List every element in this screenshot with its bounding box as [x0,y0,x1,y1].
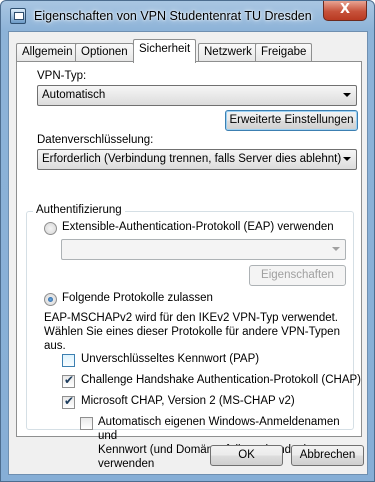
chevron-down-icon [343,157,351,161]
checkmark-icon: ✔ [64,373,75,387]
auto-windows-login-checkbox[interactable] [80,417,93,430]
vpn-type-dropdown[interactable]: Automatisch [37,85,357,106]
eap-radio-label[interactable]: Extensible-Authentication-Protokoll (EAP… [62,221,334,233]
pap-checkbox[interactable] [62,354,75,367]
dialog-window: Eigenschaften von VPN Studentenrat TU Dr… [0,0,375,482]
protocols-radio-label[interactable]: Folgende Protokolle zulassen [62,292,213,304]
vpn-type-value: Automatisch [42,89,106,101]
eap-radio[interactable] [44,222,57,235]
vpn-type-label: VPN-Typ: [37,70,87,82]
chevron-down-icon [332,247,340,251]
title-bar[interactable]: Eigenschaften von VPN Studentenrat TU Dr… [1,1,374,31]
encryption-value: Erforderlich (Verbindung trennen, falls … [42,153,342,165]
dialog-client-area: Allgemein Optionen Sicherheit Netzwerk F… [8,31,368,475]
cancel-button[interactable]: Abbrechen [291,445,364,466]
close-button[interactable]: X [323,1,367,21]
ok-button[interactable]: OK [210,445,283,466]
tab-sicherheit[interactable]: Sicherheit [133,39,197,63]
mschapv2-checkbox[interactable]: ✔ [62,394,75,409]
encryption-dropdown[interactable]: Erforderlich (Verbindung trennen, falls … [37,149,357,170]
security-tab-panel: VPN-Typ: Automatisch Erweiterte Einstell… [16,61,362,470]
protocols-radio[interactable] [44,293,57,306]
eap-method-dropdown[interactable] [61,239,346,260]
tab-freigabe[interactable]: Freigabe [255,43,313,62]
tab-netzwerk[interactable]: Netzwerk [198,43,258,62]
mschapv2-checkbox-label[interactable]: Microsoft CHAP, Version 2 (MS-CHAP v2) [81,395,295,407]
eap-properties-button[interactable]: Eigenschaften [249,265,346,286]
chap-checkbox-label[interactable]: Challenge Handshake Authentication-Proto… [81,374,361,386]
tab-allgemein[interactable]: Allgemein [16,43,79,62]
authentication-group-legend: Authentifizierung [33,204,125,216]
encryption-label: Datenverschlüsselung: [37,134,154,146]
tab-optionen[interactable]: Optionen [75,43,134,62]
checkmark-icon: ✔ [64,394,75,408]
network-connection-icon [10,8,26,24]
pap-checkbox-label[interactable]: Unverschlüsseltes Kennwort (PAP) [81,353,259,365]
window-title: Eigenschaften von VPN Studentenrat TU Dr… [34,9,312,23]
advanced-settings-button[interactable]: Erweiterte Einstellungen [225,110,358,131]
chap-checkbox[interactable]: ✔ [62,373,75,388]
protocols-info-text: EAP-MSCHAPv2 wird für den IKEv2 VPN-Typ … [44,312,340,352]
chevron-down-icon [343,93,351,97]
